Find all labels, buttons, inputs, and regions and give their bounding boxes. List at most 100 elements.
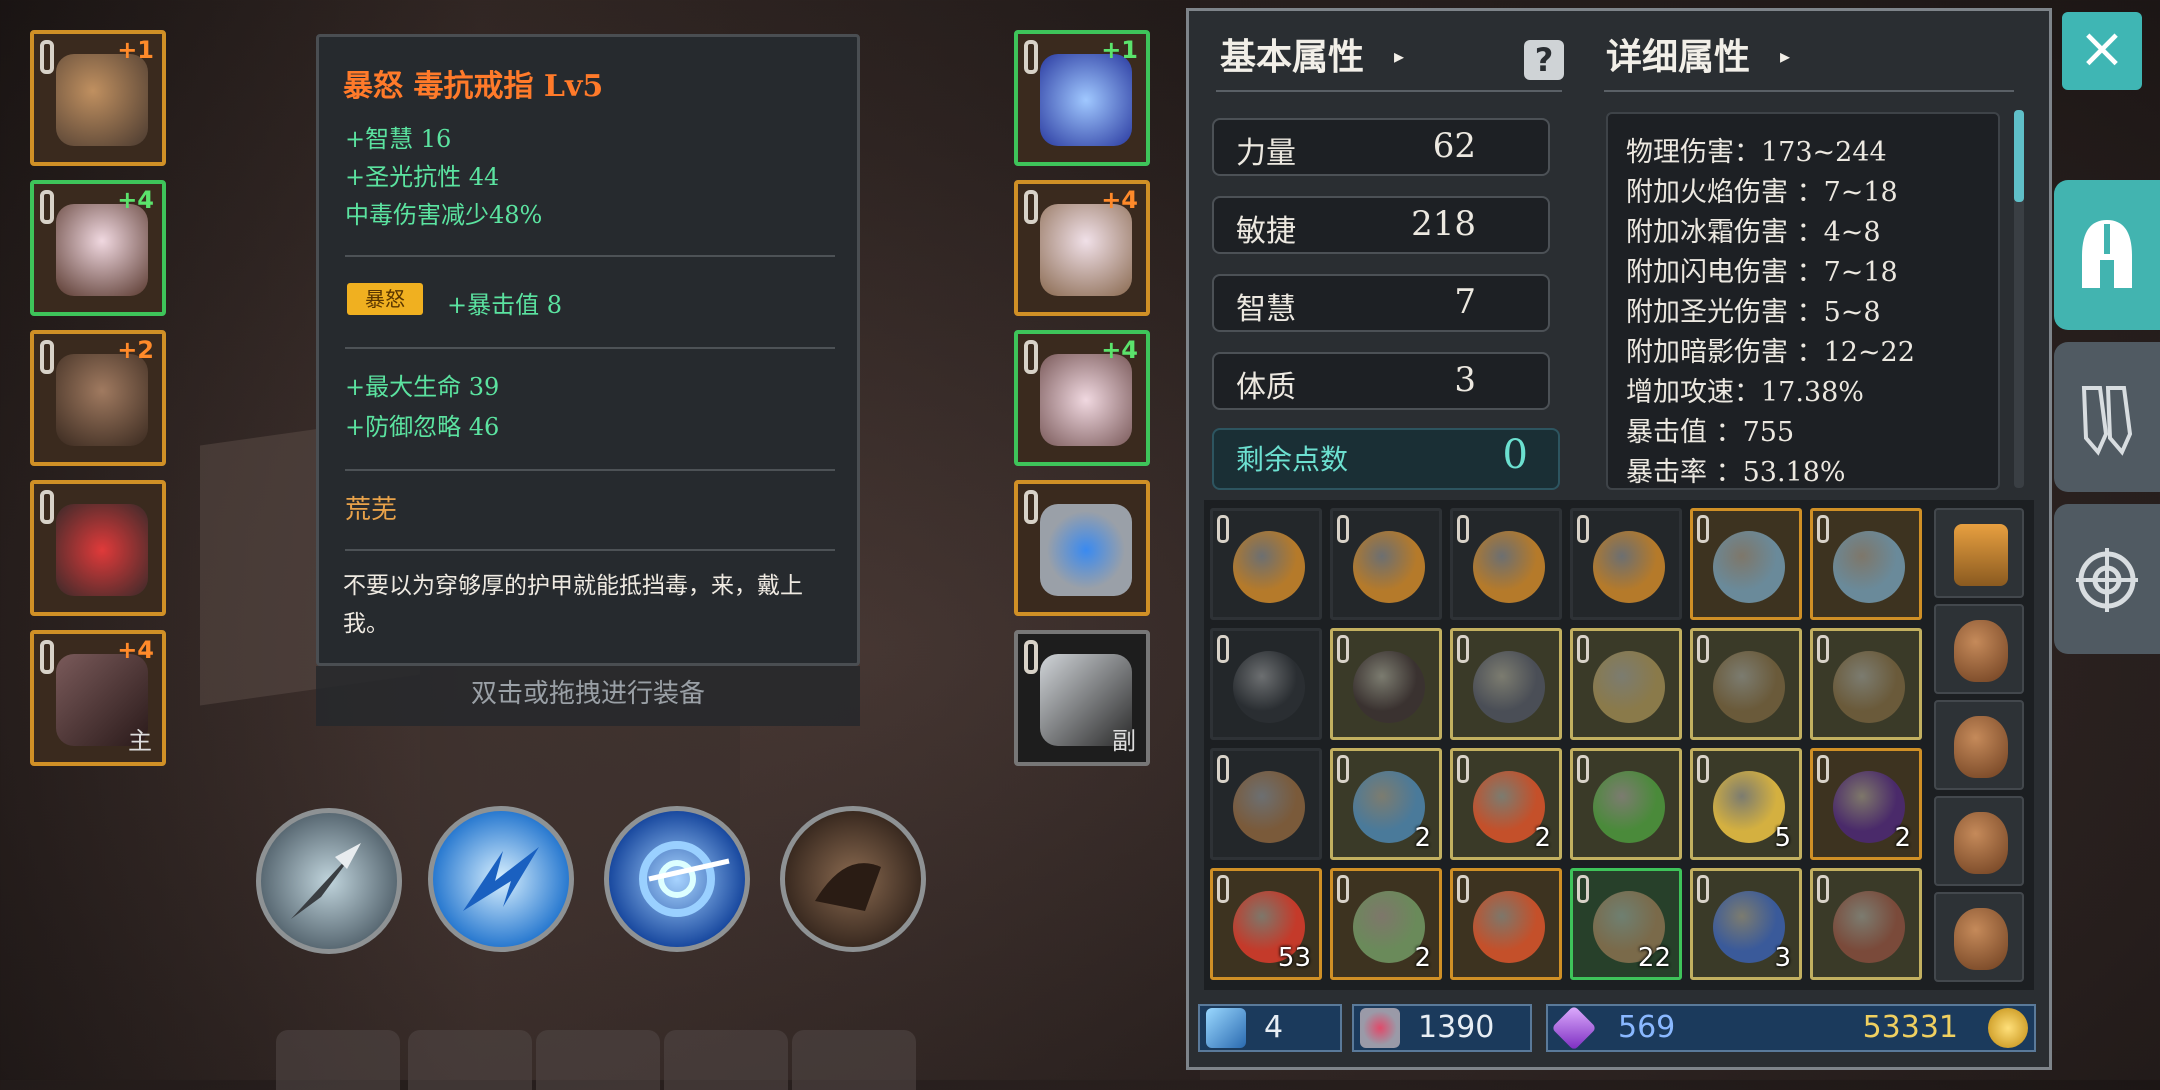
help-icon[interactable]: ?: [1524, 40, 1564, 80]
bag-pouch-slot[interactable]: [1934, 604, 2024, 694]
inventory-slot[interactable]: [1210, 748, 1322, 860]
bottom-tab[interactable]: [536, 1030, 660, 1090]
detail-scrollbar[interactable]: [2014, 110, 2024, 202]
inventory-slot[interactable]: 3: [1690, 868, 1802, 980]
bag-chest-slot[interactable]: [1934, 508, 2024, 598]
inventory-slot[interactable]: [1570, 508, 1682, 620]
bag-pouch-slot[interactable]: [1934, 796, 2024, 886]
right-equipment-slot-1[interactable]: +1: [1014, 30, 1150, 166]
detail-attributes-list[interactable]: 物理伤害：173~244 附加火焰伤害 ：7~18 附加冰霜伤害 ：4~8 附加…: [1606, 112, 2000, 490]
right-equipment-slot-5[interactable]: 副: [1014, 630, 1150, 766]
close-button[interactable]: ×: [2062, 12, 2142, 90]
purple-gem-icon: [1551, 1005, 1597, 1051]
inventory-slot[interactable]: [1330, 508, 1442, 620]
detail-row: 附加圣光伤害 ：5~8: [1626, 297, 1881, 328]
lock-icon: [40, 490, 54, 524]
bottom-tab[interactable]: [664, 1030, 788, 1090]
item-stat: +防御忽略 46: [345, 413, 500, 441]
inventory-slot[interactable]: [1210, 508, 1322, 620]
inventory-slot[interactable]: 2: [1330, 748, 1442, 860]
divider: [1604, 90, 2014, 92]
item-stat: +最大生命 39: [345, 373, 500, 401]
inventory-slot[interactable]: [1450, 868, 1562, 980]
inventory-slot[interactable]: [1810, 628, 1922, 740]
bag-pouch-slot[interactable]: [1934, 892, 2024, 982]
equipment-item-icon: [56, 354, 148, 446]
inventory-item-icon: [1233, 771, 1305, 843]
inventory-slot[interactable]: [1570, 628, 1682, 740]
tab-gloves[interactable]: [2054, 342, 2160, 492]
inventory-item-icon: [1833, 891, 1905, 963]
remaining-points-label: 剩余点数: [1236, 443, 1349, 476]
gold-coin-icon: [1988, 1008, 2028, 1048]
lock-icon: [1217, 875, 1229, 903]
inventory-item-icon: [1473, 891, 1545, 963]
enhance-level: +4: [1101, 336, 1138, 364]
divider: [345, 255, 835, 257]
inventory-slot[interactable]: 2: [1810, 748, 1922, 860]
equipment-item-icon: [56, 54, 148, 146]
inventory-slot[interactable]: 2: [1450, 748, 1562, 860]
tab-target[interactable]: [2054, 504, 2160, 654]
remaining-points-value: 0: [1502, 432, 1528, 478]
wand-count: 4: [1264, 1010, 1284, 1045]
inventory-item-icon: [1593, 771, 1665, 843]
left-equipment-slot-3[interactable]: +2: [30, 330, 166, 466]
skill-burst-icon[interactable]: [428, 806, 574, 952]
inventory-item-icon: [1833, 531, 1905, 603]
lock-icon: [1024, 340, 1038, 374]
detail-row: 增加攻速：17.38%: [1626, 377, 1864, 408]
inventory-slot[interactable]: 22: [1570, 868, 1682, 980]
left-equipment-slot-5[interactable]: +4 主: [30, 630, 166, 766]
lock-icon: [40, 40, 54, 74]
equipment-item-icon: [1040, 354, 1132, 446]
detail-row: 暴击率 ：53.18%: [1626, 457, 1846, 488]
inventory-slot[interactable]: 5: [1690, 748, 1802, 860]
basic-attributes-title[interactable]: 基本属性: [1220, 28, 1364, 80]
inventory-item-icon: [1233, 531, 1305, 603]
lock-icon: [1337, 875, 1349, 903]
enhance-level: +4: [117, 186, 154, 214]
enhance-level: +4: [1101, 186, 1138, 214]
inventory-slot[interactable]: [1570, 748, 1682, 860]
left-equipment-slot-1[interactable]: +1: [30, 30, 166, 166]
skill-vortex-icon[interactable]: [604, 806, 750, 952]
lock-icon: [1577, 875, 1589, 903]
lock-icon: [1217, 515, 1229, 543]
inventory-slot[interactable]: [1450, 508, 1562, 620]
inventory-slot[interactable]: [1210, 628, 1322, 740]
bottom-tab[interactable]: [276, 1030, 400, 1090]
item-count: 22: [1637, 943, 1671, 973]
pouch-icon: [1954, 812, 2008, 874]
chest-icon: [1954, 524, 2008, 586]
lock-icon: [1217, 635, 1229, 663]
inventory-slot[interactable]: [1810, 508, 1922, 620]
inventory-item-icon: [1473, 651, 1545, 723]
detail-attributes-title[interactable]: 详细属性: [1606, 28, 1750, 80]
inventory-item-icon: [1353, 531, 1425, 603]
right-equipment-slot-2[interactable]: +4: [1014, 180, 1150, 316]
bottom-tab[interactable]: [792, 1030, 916, 1090]
weapon-hand-label: 副: [1112, 727, 1136, 755]
inventory-slot[interactable]: [1450, 628, 1562, 740]
lock-icon: [1697, 875, 1709, 903]
inventory-slot[interactable]: 2: [1330, 868, 1442, 980]
left-equipment-slot-2[interactable]: +4: [30, 180, 166, 316]
bottom-tab[interactable]: [408, 1030, 532, 1090]
right-equipment-slot-4[interactable]: [1014, 480, 1150, 616]
pouch-icon: [1954, 908, 2008, 970]
left-equipment-slot-4[interactable]: [30, 480, 166, 616]
enhance-level: +4: [117, 636, 154, 664]
vortex-arrow-icon: [639, 841, 730, 917]
tab-equipment[interactable]: [2054, 180, 2160, 330]
inventory-slot[interactable]: [1330, 628, 1442, 740]
inventory-slot[interactable]: [1810, 868, 1922, 980]
skill-arrow-icon[interactable]: [256, 808, 402, 954]
right-equipment-slot-3[interactable]: +4: [1014, 330, 1150, 466]
inventory-slot[interactable]: [1690, 628, 1802, 740]
inventory-slot[interactable]: 53: [1210, 868, 1322, 980]
skill-dash-icon[interactable]: [780, 806, 926, 952]
inventory-slot[interactable]: [1690, 508, 1802, 620]
lock-icon: [1337, 635, 1349, 663]
bag-pouch-slot[interactable]: [1934, 700, 2024, 790]
